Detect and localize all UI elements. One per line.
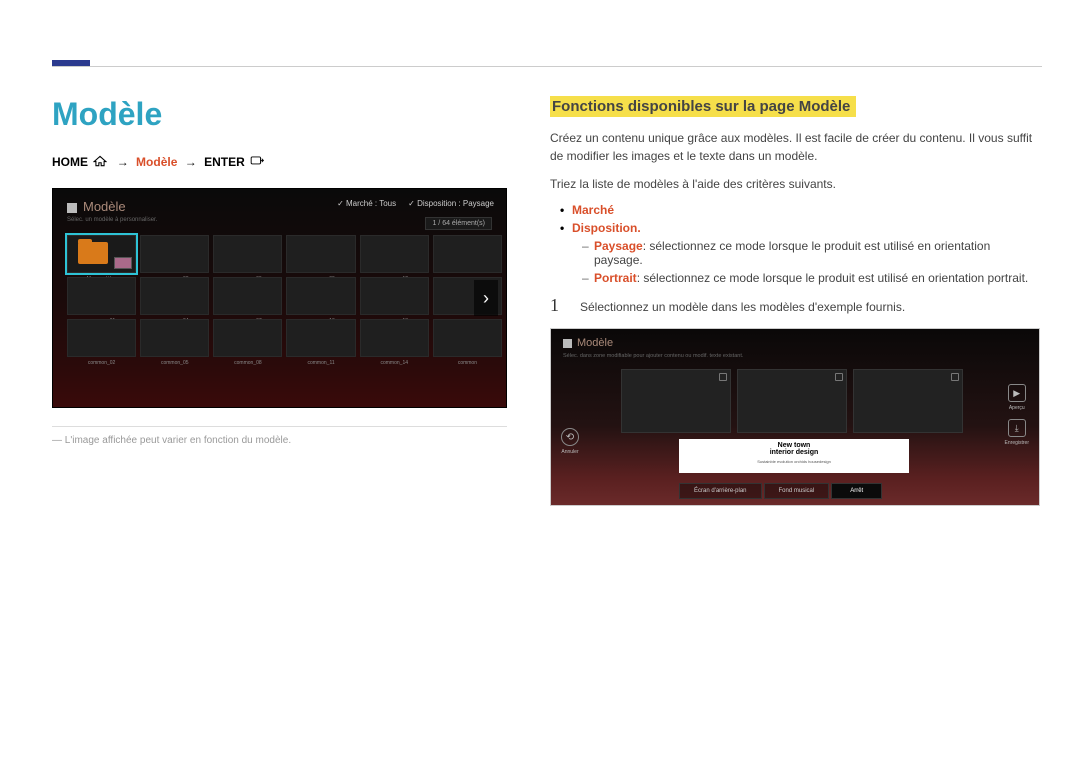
text-line-3: Sustainble evolution orchids housedesign bbox=[679, 459, 909, 464]
page-title: Modèle bbox=[52, 96, 507, 133]
step-1: 1 Sélectionnez un modèle dans les modèle… bbox=[550, 295, 1040, 316]
enter-icon bbox=[250, 155, 264, 170]
template-cell: common_09 bbox=[286, 235, 355, 273]
breadcrumb: HOME → Modèle → ENTER bbox=[52, 155, 507, 170]
arrow-icon: → bbox=[185, 155, 197, 169]
template-cell: common_13 bbox=[360, 277, 429, 315]
filter-market: Marché : Tous bbox=[337, 199, 396, 208]
left-column: Modèle HOME → Modèle → ENTER Modèle Séle… bbox=[52, 96, 507, 446]
arrow-icon: → bbox=[117, 155, 129, 169]
footnote-text: L'image affichée peut varier en fonction… bbox=[52, 435, 507, 446]
edit-corner-icon bbox=[951, 373, 959, 381]
square-icon bbox=[563, 339, 572, 348]
edit-corner-icon bbox=[719, 373, 727, 381]
template-grid: Mes modèles common_03 common_06 common_0… bbox=[67, 235, 502, 357]
template-cell: common_11 bbox=[286, 319, 355, 357]
template-cell: common_12 bbox=[360, 235, 429, 273]
disposition-sublist: Paysage: sélectionnez ce mode lorsque le… bbox=[582, 239, 1040, 285]
step-text: Sélectionnez un modèle dans les modèles … bbox=[580, 300, 905, 314]
breadcrumb-enter: ENTER bbox=[204, 155, 245, 169]
template-cell: common_14 bbox=[360, 319, 429, 357]
editor-canvas: New town interior design Sustainble evol… bbox=[621, 369, 961, 489]
options-list: Marché Disposition. Paysage: sélectionne… bbox=[560, 203, 1040, 285]
step-number: 1 bbox=[550, 295, 566, 316]
bg-music-btn: Fond musical bbox=[764, 483, 830, 499]
template-cell-selected: Mes modèles bbox=[67, 235, 136, 273]
template-editor-screenshot: Modèle Sélec. dans zone modifiable pour … bbox=[550, 328, 1040, 506]
template-cell: common_04 bbox=[140, 277, 209, 315]
editor-cancel: ⟲ Annuler bbox=[561, 428, 579, 455]
editable-image-area bbox=[737, 369, 847, 433]
template-cell: common_08 bbox=[213, 319, 282, 357]
template-cell: common_02 bbox=[67, 319, 136, 357]
home-icon bbox=[93, 155, 107, 170]
editable-text-area: New town interior design Sustainble evol… bbox=[679, 439, 909, 473]
thumb-subtitle: Sélec. un modèle à personnaliser. bbox=[67, 217, 157, 223]
save-icon: ⤓ bbox=[1008, 419, 1026, 437]
template-cell: common_10 bbox=[286, 277, 355, 315]
editable-image-area bbox=[853, 369, 963, 433]
template-cell: common_01 bbox=[67, 277, 136, 315]
top-divider-line bbox=[52, 66, 1042, 67]
editor-title: Modèle bbox=[563, 337, 613, 349]
sub-portrait: Portrait: sélectionnez ce mode lorsque l… bbox=[582, 271, 1040, 285]
template-cell: common_07 bbox=[213, 277, 282, 315]
divider-line bbox=[52, 426, 507, 427]
stop-btn: Arrêt bbox=[831, 483, 882, 499]
template-list-screenshot: Modèle Sélec. un modèle à personnaliser.… bbox=[52, 188, 507, 408]
template-cell: common_05 bbox=[140, 319, 209, 357]
next-page-icon: › bbox=[474, 280, 498, 316]
section-heading: Fonctions disponibles sur la page Modèle bbox=[550, 96, 856, 117]
bg-screen-btn: Écran d'arrière-plan bbox=[679, 483, 762, 499]
sub-paysage: Paysage: sélectionnez ce mode lorsque le… bbox=[582, 239, 1040, 267]
edit-corner-icon bbox=[835, 373, 843, 381]
filter-layout: Disposition : Paysage bbox=[408, 199, 494, 208]
template-cell: common_03 bbox=[140, 235, 209, 273]
text-line-1: New town bbox=[679, 442, 909, 449]
option-disposition: Disposition. Paysage: sélectionnez ce mo… bbox=[560, 221, 1040, 285]
editable-image-area bbox=[621, 369, 731, 433]
mini-thumbnail-icon bbox=[114, 257, 132, 269]
breadcrumb-mid: Modèle bbox=[136, 155, 177, 169]
option-market: Marché bbox=[560, 203, 1040, 217]
folder-icon bbox=[78, 242, 108, 264]
right-column: Fonctions disponibles sur la page Modèle… bbox=[550, 96, 1040, 506]
thumb-item-count: 1 / 64 élément(s) bbox=[425, 217, 492, 230]
breadcrumb-home: HOME bbox=[52, 155, 88, 169]
editor-right-actions: ▶ Aperçu ⤓ Enregistrer bbox=[1005, 384, 1029, 454]
thumb-title: Modèle bbox=[67, 199, 126, 214]
text-line-2: interior design bbox=[679, 449, 909, 456]
thumb-filter-controls: Marché : Tous Disposition : Paysage bbox=[337, 199, 494, 208]
square-icon bbox=[67, 203, 77, 213]
intro-paragraph: Créez un contenu unique grâce aux modèle… bbox=[550, 129, 1040, 165]
template-cell: common bbox=[433, 235, 502, 273]
template-cell: common bbox=[433, 319, 502, 357]
editor-subtitle: Sélec. dans zone modifiable pour ajouter… bbox=[563, 353, 743, 359]
sort-intro: Triez la liste de modèles à l'aide des c… bbox=[550, 175, 1040, 193]
preview-icon: ▶ bbox=[1008, 384, 1026, 402]
editor-bottom-bar: Écran d'arrière-plan Fond musical Arrêt bbox=[679, 483, 882, 499]
template-cell: common_06 bbox=[213, 235, 282, 273]
back-icon: ⟲ bbox=[561, 428, 579, 446]
